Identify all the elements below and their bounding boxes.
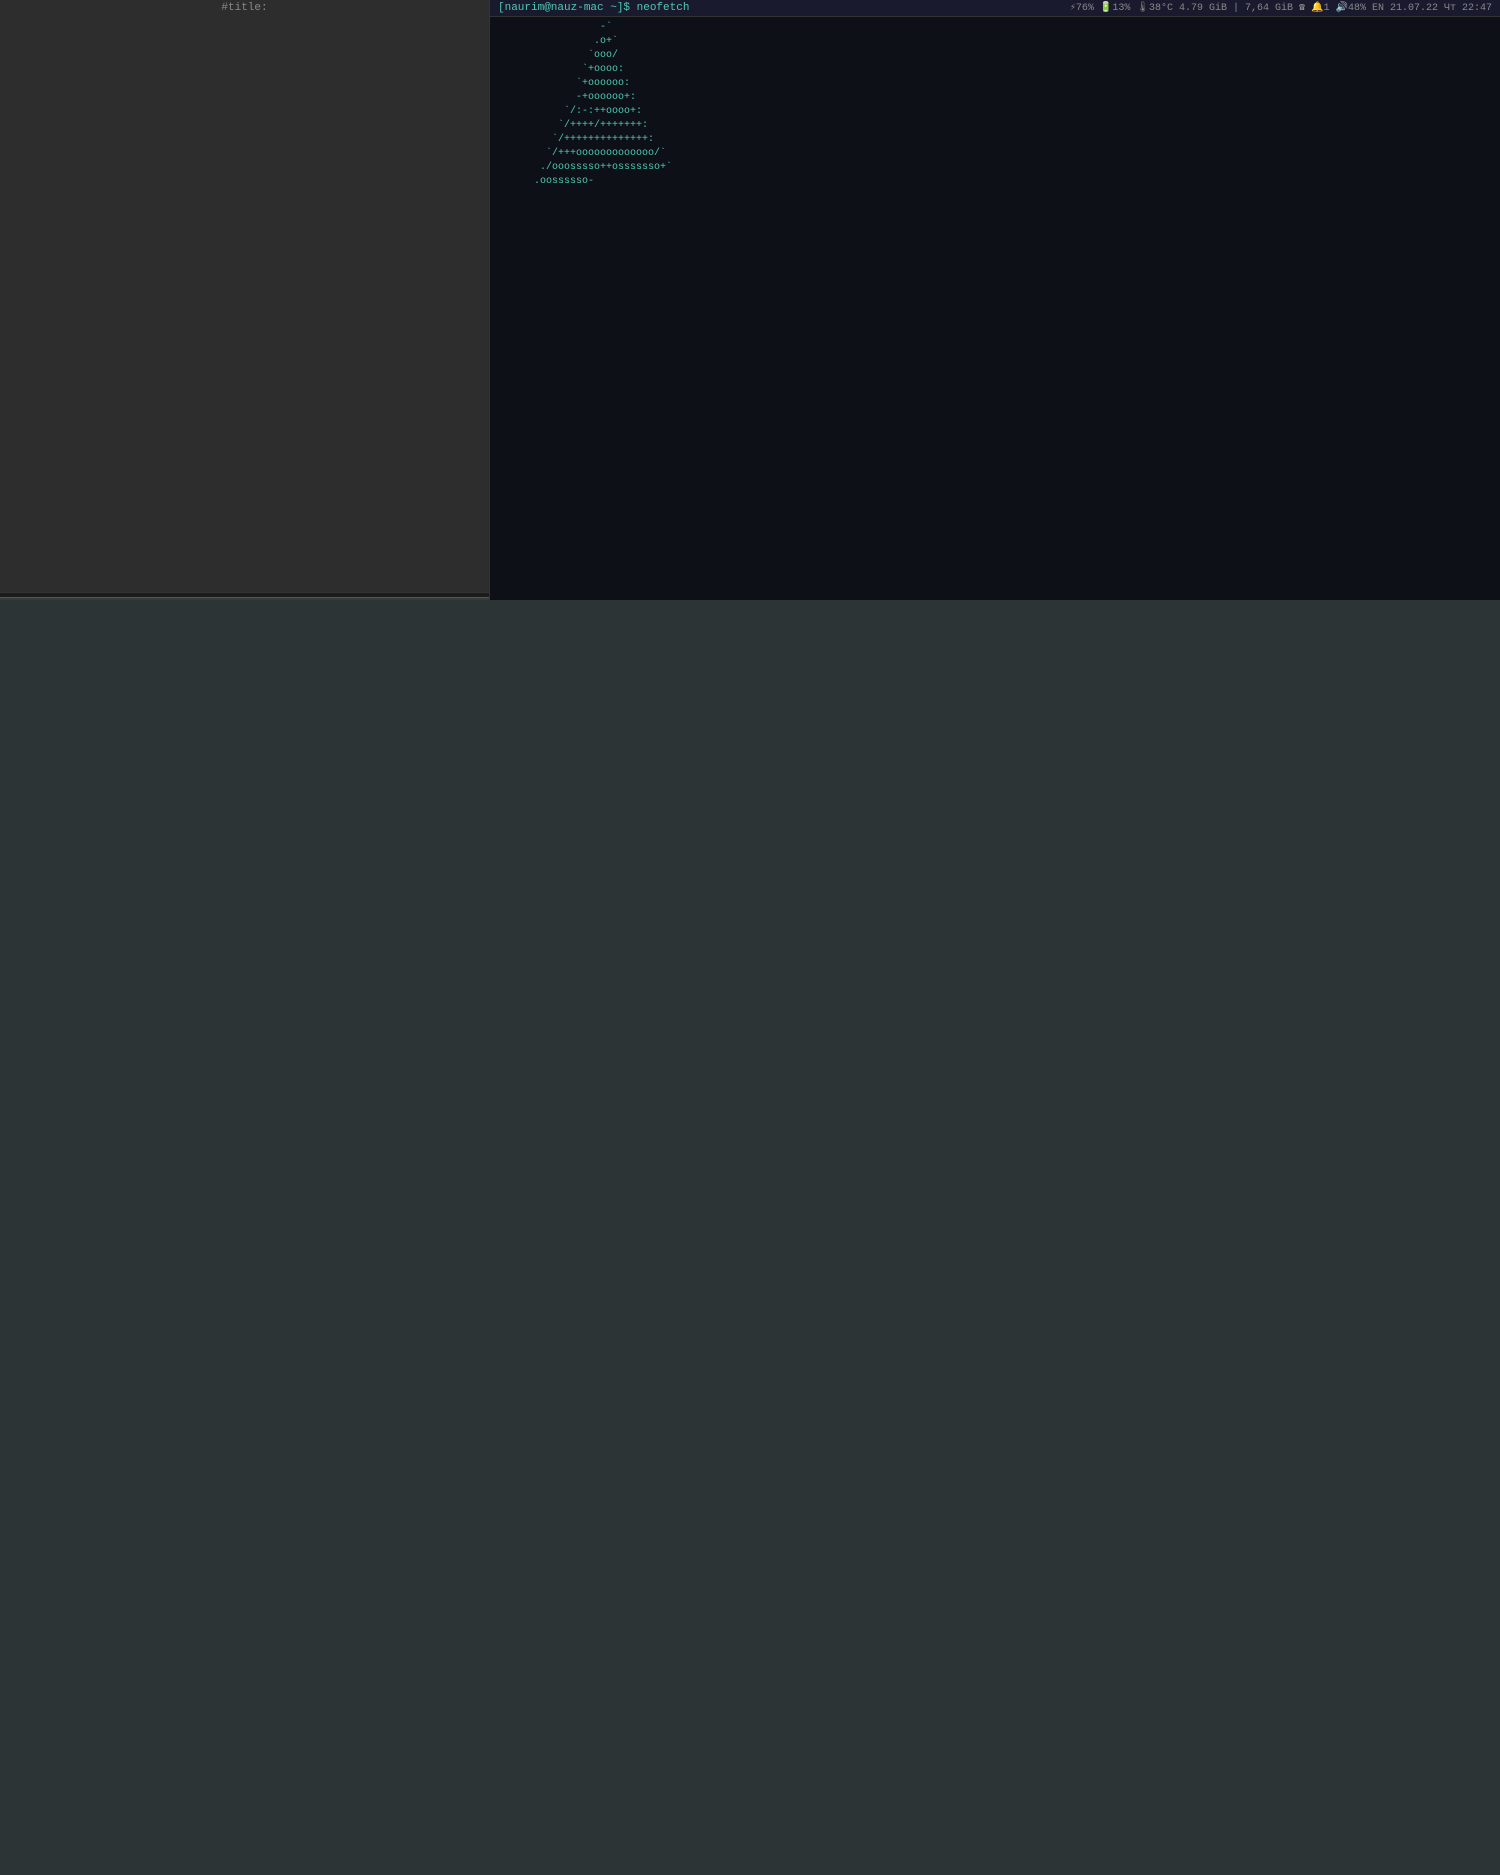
terminal-topbar-right: ⚡76% 🔋13% 🌡38°C 4.79 GiB | 7,64 GiB ☎ 🔔1… (1070, 2, 1492, 14)
right-panel: [naurim@nauz-mac ~]$ neofetch ⚡76% 🔋13% … (490, 0, 1500, 600)
terminal-titlebar: [naurim@nauz-mac ~]$ neofetch ⚡76% 🔋13% … (490, 0, 1500, 17)
editor-titlebar: #title: (0, 0, 490, 593)
left-panel: #title: □ Xresources ▾ □ Bash ▾ □ openal… (0, 0, 490, 600)
editor-status-bar (0, 597, 489, 600)
neofetch-ascii-art: -` .o+` `ooo/ `+oooo: `+oooooo: -+oooooo… (498, 21, 758, 596)
top-section: #title: □ Xresources ▾ □ Bash ▾ □ openal… (0, 0, 1500, 600)
title-prefix: #title: (221, 2, 267, 14)
terminal-prompt: [naurim@nauz-mac ~]$ neofetch (498, 2, 689, 14)
terminal-content: -` .o+` `ooo/ `+oooo: `+oooooo: -+oooooo… (490, 17, 1500, 600)
